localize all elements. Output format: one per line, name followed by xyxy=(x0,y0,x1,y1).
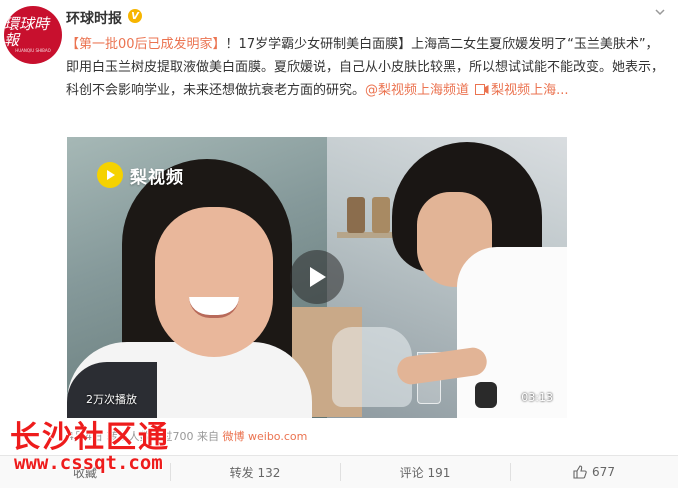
post-hashtag[interactable]: 【第一批00后已成发明家】 xyxy=(66,37,226,52)
like-count: 677 xyxy=(592,465,615,479)
chevron-down-icon[interactable] xyxy=(654,6,666,18)
person-left-face xyxy=(155,207,273,357)
watermark-url: www.cssqt.com xyxy=(14,452,163,474)
person-left-jacket xyxy=(67,362,157,418)
video-player[interactable]: 梨视频 2万次播放 03:13 xyxy=(67,137,567,418)
comment-button[interactable]: 评论 191 xyxy=(340,456,510,488)
avatar-subtext: HUANQIU SHIBAO xyxy=(15,48,51,53)
lab-bottle xyxy=(372,197,390,233)
pear-logo-icon xyxy=(97,162,123,188)
comment-label: 评论 191 xyxy=(399,465,451,480)
view-count: 2万次播放 xyxy=(86,393,137,406)
post-source[interactable]: 微博 weibo.com xyxy=(223,430,308,443)
video-duration: 03:13 xyxy=(521,391,553,404)
author-name[interactable]: 环球时报 xyxy=(66,8,122,28)
play-icon xyxy=(310,267,326,287)
verified-badge-icon: V xyxy=(128,9,142,23)
play-button[interactable] xyxy=(290,250,344,304)
forward-label: 转发 132 xyxy=(229,465,281,480)
thumb-up-icon xyxy=(573,465,587,479)
video-link[interactable]: 梨视频上海... xyxy=(491,83,568,98)
video-logo-text: 梨视频 xyxy=(130,167,184,188)
wrist-watch xyxy=(475,382,497,408)
watermark-text: 长沙社区通 xyxy=(10,420,170,455)
post-text: 【第一批00后已成发明家】！17岁学霸少女研制美白面膜】上海高二女生夏欣媛发明了… xyxy=(66,33,668,102)
forward-button[interactable]: 转发 132 xyxy=(170,456,340,488)
video-icon xyxy=(475,84,489,95)
avatar-text: 環球時報 xyxy=(4,15,50,49)
like-button[interactable]: 677 xyxy=(510,456,678,488)
lab-bottle xyxy=(347,197,365,233)
author-avatar[interactable]: 環球時報 HUANQIU SHIBAO xyxy=(4,6,62,64)
mention-link[interactable]: @梨视频上海频道 xyxy=(365,83,469,98)
video-logo: 梨视频 xyxy=(97,162,184,188)
